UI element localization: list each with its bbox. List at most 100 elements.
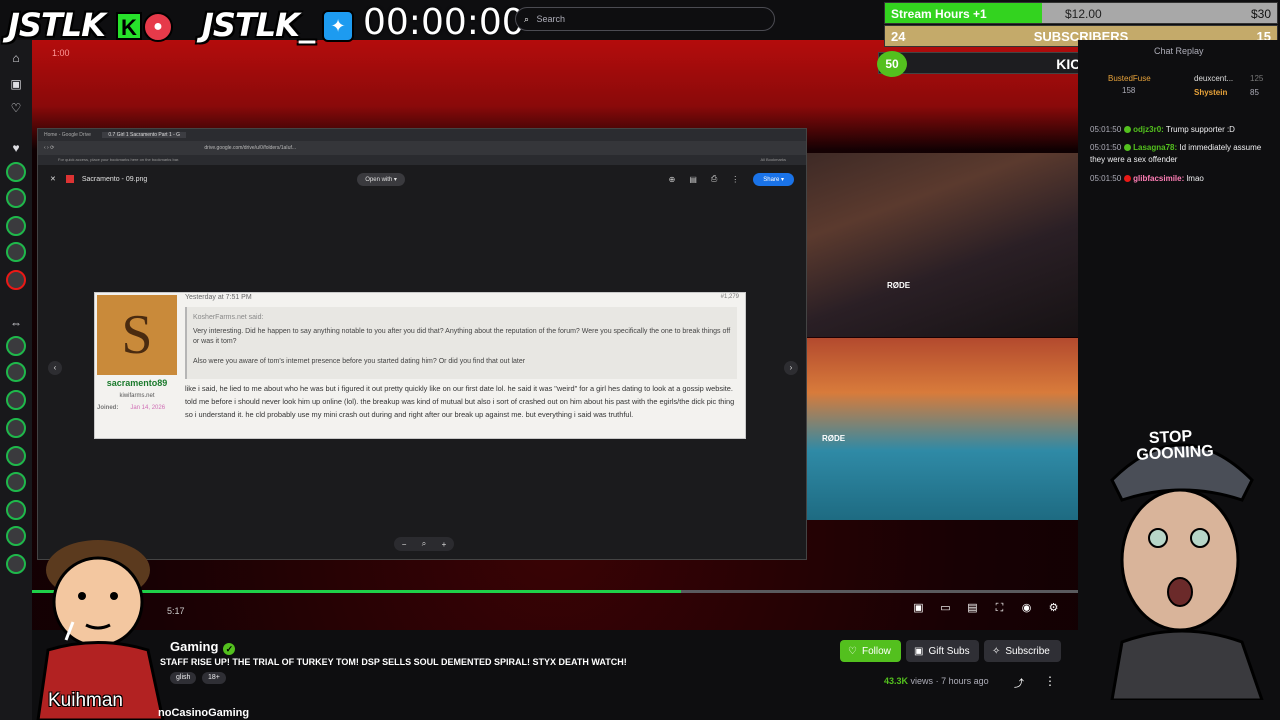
open-with-button: Open with ▾ — [357, 172, 405, 186]
channel-avatar[interactable] — [6, 418, 26, 438]
post-quote: KosherFarms.net said: Very interesting. … — [185, 307, 737, 379]
heart-icon[interactable]: ♡ — [8, 100, 24, 116]
share-icon[interactable]: ⤴ — [1014, 675, 1024, 690]
post-username: sacramento89 — [106, 378, 168, 388]
channel-avatar[interactable] — [6, 500, 26, 520]
expand-icon[interactable]: ⇔ — [8, 315, 24, 331]
channel-avatar[interactable] — [6, 390, 26, 410]
prev-arrow-icon: ‹ — [48, 361, 62, 375]
post-avatar: S — [97, 295, 177, 375]
goal-left-value: 50 — [877, 51, 907, 77]
browser-address-bar: ‹ › ⟳ drive.google.com/drive/u/0/folders… — [38, 141, 806, 155]
search-icon: ⌕ — [524, 14, 530, 24]
more-options-icon[interactable]: ⋮ — [1044, 674, 1056, 688]
search-placeholder: Search — [536, 14, 566, 24]
channel-avatar[interactable] — [6, 362, 26, 382]
zoom-bar: − ⌕ + — [394, 537, 454, 551]
post-timestamp: Yesterday at 7:51 PM — [185, 294, 252, 301]
leader-name: Shystein — [1194, 88, 1228, 97]
overlay-logo-left: JSTLK — [8, 6, 106, 44]
chat-message: 05:01:50 odjz3r0: Trump supporter :D — [1090, 125, 1235, 134]
zoom-out-icon: − — [401, 539, 407, 549]
follow-button[interactable]: ♡ Follow — [840, 640, 901, 662]
view-count: 43.3K views · 7 hours ago — [884, 676, 989, 686]
badge-icon — [1124, 126, 1132, 133]
app-root: ⌂ ▣ ♡ ♥ ⇔ 1:00 Home - Google Drive 0.7 G… — [0, 0, 1280, 720]
channel-avatar[interactable] — [6, 270, 26, 290]
gift-icon: ▣ — [914, 645, 924, 657]
cartoon-character-right — [1110, 443, 1264, 700]
star-icon: ✧ — [992, 645, 1001, 657]
viewer-toolbar: ✕ Sacramento - 09.png Open with ▾ ⊕ ▤ ⎙ … — [38, 165, 806, 193]
goal-stream-hours: Stream Hours +1 $12.00 $30 — [884, 2, 1278, 24]
channel-handle[interactable]: noCasinoGaming — [158, 707, 249, 719]
chat-replay-label: Chat Replay — [1154, 46, 1204, 56]
nav-arrows-icon: ‹ › ⟳ — [44, 145, 55, 151]
hat-text: STOP GOONING — [1135, 427, 1215, 464]
following-heart-icon: ♥ — [12, 141, 20, 155]
fullscreen-icon[interactable]: ⛶ — [993, 602, 1006, 615]
clip-icon[interactable]: ▤ — [966, 602, 979, 615]
badge-icon — [1124, 144, 1132, 151]
subscribe-button[interactable]: ✧ Subscribe — [984, 640, 1061, 662]
kick-logo-icon: K — [116, 12, 142, 40]
bookmarks-hint: For quick access, place your bookmarks h… — [58, 157, 180, 162]
channel-avatar[interactable] — [6, 242, 26, 262]
forum-post-screenshot: S sacramento89 kiwifarms.net Joined: Jan … — [94, 292, 746, 439]
mature-tag[interactable]: 18+ — [202, 672, 226, 684]
channel-avatar[interactable] — [6, 526, 26, 546]
channel-avatar[interactable] — [6, 554, 26, 574]
browse-icon[interactable]: ▣ — [8, 76, 24, 92]
twitter-bird-icon: ✦ — [322, 10, 354, 42]
close-icon: ✕ — [50, 176, 56, 183]
next-arrow-icon: › — [784, 361, 798, 375]
goal-label: Stream Hours +1 — [891, 7, 987, 21]
search-input[interactable]: ⌕ Search — [515, 7, 775, 31]
goal-target: $30 — [1250, 7, 1271, 21]
gift-subs-button[interactable]: ▣ Gift Subs — [906, 640, 979, 662]
channel-avatar[interactable] — [6, 216, 26, 236]
overlay-timecode: 1:00 — [52, 48, 70, 58]
seek-bar[interactable] — [32, 590, 1078, 593]
more-icon: ⋮ — [731, 174, 740, 184]
comment-icon: ▤ — [689, 174, 697, 184]
post-joined: Joined: Jan 14, 2026 — [97, 405, 166, 411]
pip-icon[interactable]: ▣ — [912, 602, 925, 615]
zoom-in-icon: + — [441, 539, 447, 549]
quote-paragraph: Very interesting. Did he happen to say a… — [193, 328, 731, 345]
badge-icon — [1124, 175, 1132, 182]
home-icon[interactable]: ⌂ — [8, 50, 24, 66]
webcam-bottom: RØDE — [807, 338, 1078, 520]
leader-name: BustedFuse — [1108, 74, 1151, 83]
stream-player[interactable]: 1:00 Home - Google Drive 0.7 Girl 1 Sacr… — [32, 40, 1078, 630]
leader-count: 85 — [1250, 88, 1259, 97]
add-shortcut-icon: ⊕ — [668, 174, 676, 184]
stream-title: STAFF RISE UP! THE TRIAL OF TURKEY TOM! … — [160, 657, 627, 667]
overlay-logo-right: JSTLK_ — [202, 6, 315, 44]
quality-icon[interactable]: ◉ — [1020, 602, 1033, 615]
quote-header: KosherFarms.net said: — [193, 314, 264, 321]
channel-avatar[interactable] — [6, 162, 26, 182]
browser-tab: Home - Google Drive — [44, 132, 91, 138]
mic-brand-label: RØDE — [887, 281, 911, 290]
channel-avatar[interactable] — [6, 446, 26, 466]
print-icon: ⎙ — [710, 174, 718, 183]
all-bookmarks: All Bookmarks — [760, 157, 786, 162]
channel-avatar[interactable] — [6, 188, 26, 208]
verified-check-icon: ✓ — [223, 643, 236, 655]
leader-name: deuxcent... — [1194, 74, 1234, 83]
chat-leaderboard: BustedFuse 158 deuxcent... 125 Shystein … — [1078, 74, 1280, 102]
channel-avatar[interactable] — [6, 336, 26, 356]
channel-avatar[interactable] — [6, 472, 26, 492]
browser-tab-active: 0.7 Girl 1 Sacramento Part 1 - G — [102, 132, 187, 138]
share-button: Share ▾ — [753, 172, 794, 186]
browser-url: drive.google.com/drive/u/0/folders/1aIuf… — [204, 145, 297, 151]
channel-name[interactable]: Gaming ✓ — [170, 639, 236, 655]
theatre-icon[interactable]: ▭ — [939, 602, 952, 615]
record-icon: ● — [143, 12, 173, 42]
heart-icon: ♡ — [848, 645, 857, 657]
player-controls: ▣ ▭ ▤ ⛶ ◉ ⚙ — [912, 602, 1060, 615]
post-body: like i said, he lied to me about who he … — [185, 384, 735, 419]
language-tag[interactable]: glish — [170, 672, 197, 684]
settings-gear-icon[interactable]: ⚙ — [1047, 602, 1060, 615]
